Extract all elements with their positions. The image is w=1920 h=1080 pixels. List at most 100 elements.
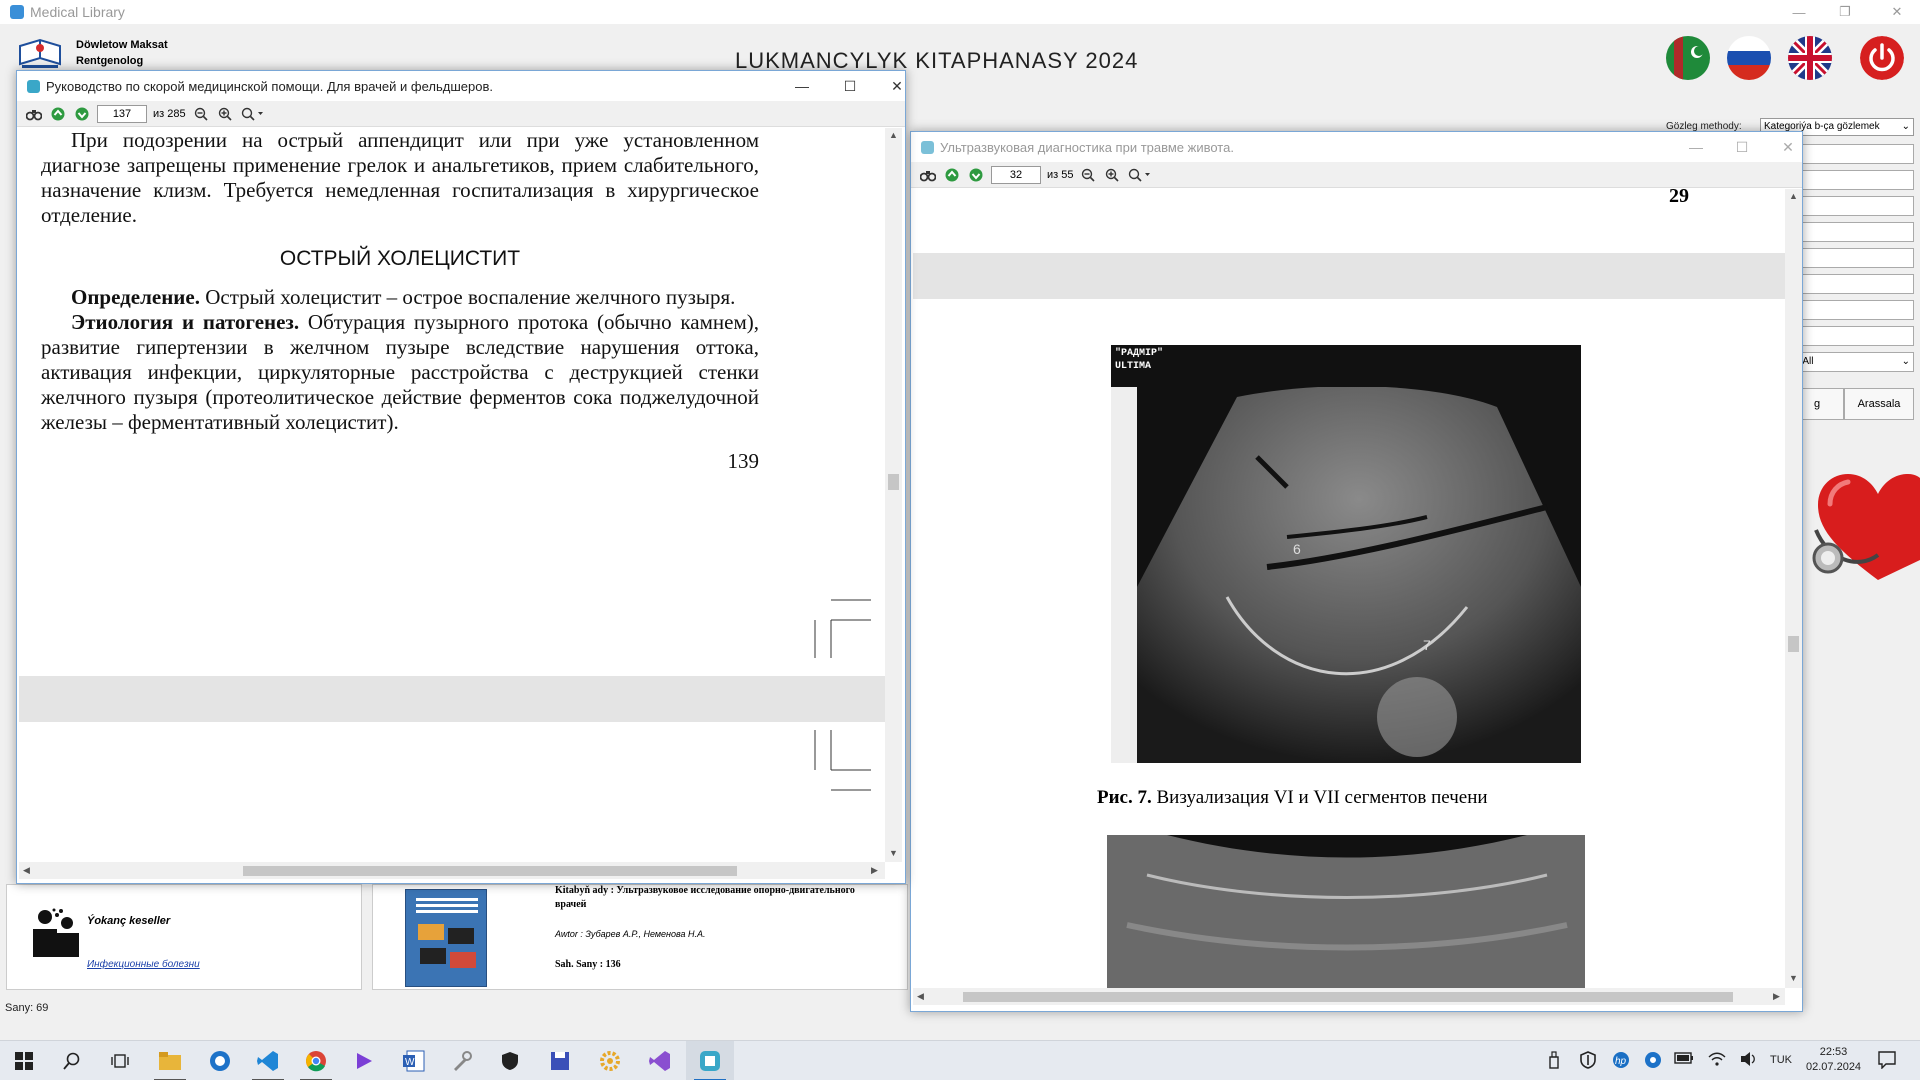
scroll-down-icon[interactable]: ▼ <box>1789 973 1798 983</box>
maximize-button[interactable]: ☐ <box>835 75 865 97</box>
doc-app-icon <box>921 140 934 154</box>
previous-page-icon[interactable] <box>943 166 961 184</box>
vertical-scrollbar[interactable]: ▲ ▼ <box>885 128 902 862</box>
page-number-input[interactable]: 137 <box>97 104 147 123</box>
page-gap <box>19 676 885 722</box>
russian-flag-icon[interactable] <box>1727 36 1771 80</box>
close-button[interactable]: ✕ <box>1874 0 1920 24</box>
chevron-down-icon: ⌄ <box>1901 356 1910 367</box>
edge-icon[interactable] <box>1644 1051 1662 1072</box>
search-field-2[interactable] <box>1790 170 1914 190</box>
english-flag-icon[interactable] <box>1788 36 1832 80</box>
zoom-menu-icon[interactable] <box>240 105 270 123</box>
scroll-left-icon[interactable]: ◀ <box>23 865 30 876</box>
file-explorer-icon[interactable] <box>146 1041 194 1080</box>
book-card[interactable]: Kitabyň ady : Ультразвуковое исследовани… <box>372 884 908 990</box>
zoom-out-icon[interactable] <box>1079 166 1097 184</box>
search-icon[interactable] <box>48 1041 96 1080</box>
zoom-menu-icon[interactable] <box>1127 166 1157 184</box>
maximize-button[interactable]: ❐ <box>1822 0 1868 24</box>
app-window-title: Medical Library <box>30 4 125 20</box>
etiology-label: Этиология и патогенез. <box>71 310 300 334</box>
search-field-6[interactable] <box>1790 274 1914 294</box>
language-select[interactable]: e/All ⌄ <box>1790 352 1914 372</box>
save-app-icon[interactable] <box>536 1041 584 1080</box>
category-subtitle-link[interactable]: Инфекционные болезни <box>87 959 200 970</box>
volume-icon[interactable] <box>1740 1051 1758 1070</box>
clock[interactable]: 22:53 02.07.2024 <box>1806 1045 1861 1075</box>
find-icon[interactable] <box>25 105 43 123</box>
scrollbar-thumb[interactable] <box>963 992 1733 1002</box>
zoom-in-icon[interactable] <box>216 105 234 123</box>
search-field-5[interactable] <box>1790 248 1914 268</box>
input-language[interactable]: TUK <box>1770 1054 1792 1066</box>
wifi-icon[interactable] <box>1708 1051 1726 1070</box>
app-icon <box>10 5 24 19</box>
next-page-icon[interactable] <box>967 166 985 184</box>
shield-icon[interactable] <box>1580 1051 1596 1072</box>
section-heading: ОСТРЫЙ ХОЛЕЦИСТИТ <box>279 247 521 270</box>
search-field-3[interactable] <box>1790 196 1914 216</box>
page-number-input[interactable]: 32 <box>991 165 1041 184</box>
close-button[interactable]: ✕ <box>1773 136 1803 158</box>
usb-icon[interactable] <box>1548 1051 1560 1072</box>
paragraph-definition: Определение. Острый холецистит – острое … <box>41 285 759 310</box>
chrome-icon[interactable] <box>292 1041 340 1080</box>
vertical-scrollbar[interactable]: ▲ ▼ <box>1785 189 1802 988</box>
find-icon[interactable] <box>919 166 937 184</box>
scroll-down-icon[interactable]: ▼ <box>889 848 898 858</box>
search-field-4[interactable] <box>1790 222 1914 242</box>
close-button[interactable]: ✕ <box>882 75 912 97</box>
clear-button[interactable]: Arassala <box>1844 388 1914 420</box>
maximize-button[interactable]: ☐ <box>1727 136 1757 158</box>
media-player-icon[interactable] <box>340 1041 388 1080</box>
minimize-button[interactable]: — <box>787 75 817 97</box>
figure-caption: Рис. 7. Визуализация VI и VII сегментов … <box>1097 787 1488 809</box>
ultrasound-label-top: "РАДМIР" <box>1115 348 1164 359</box>
minimize-button[interactable]: — <box>1681 136 1711 158</box>
power-icon[interactable] <box>1860 36 1904 80</box>
hp-icon[interactable]: hp <box>1612 1051 1630 1072</box>
search-field-7[interactable] <box>1790 300 1914 320</box>
start-button[interactable] <box>0 1041 48 1080</box>
search-field-1[interactable] <box>1790 144 1914 164</box>
category-card[interactable]: Ýokanç keseller Инфекционные болезни <box>6 884 362 990</box>
previous-page-icon[interactable] <box>49 105 67 123</box>
paragraph-etiology: Этиология и патогенез. Обтурация пузырно… <box>41 310 759 435</box>
scroll-left-icon[interactable]: ◀ <box>917 991 924 1002</box>
horizontal-scrollbar[interactable]: ◀ ▶ <box>19 862 885 879</box>
scroll-up-icon[interactable]: ▲ <box>889 130 898 140</box>
task-view-icon[interactable] <box>96 1041 144 1080</box>
zoom-out-icon[interactable] <box>192 105 210 123</box>
paragraph-appendicitis: При подозрении на острый аппендицит или … <box>41 128 759 227</box>
scroll-right-icon[interactable]: ▶ <box>871 865 878 876</box>
security-icon[interactable] <box>486 1041 534 1080</box>
scrollbar-thumb[interactable] <box>1788 636 1799 652</box>
vscode-icon[interactable] <box>244 1041 292 1080</box>
scrollbar-thumb[interactable] <box>888 474 899 490</box>
doc-toolbar: 32 из 55 <box>911 162 1802 188</box>
scrollbar-thumb[interactable] <box>243 866 737 876</box>
minimize-button[interactable]: — <box>1776 0 1822 24</box>
scroll-up-icon[interactable]: ▲ <box>1789 191 1798 201</box>
battery-icon[interactable] <box>1674 1051 1694 1068</box>
horizontal-scrollbar[interactable]: ◀ ▶ <box>913 988 1785 1005</box>
page-number: 29 <box>1669 189 1689 207</box>
scroll-right-icon[interactable]: ▶ <box>1773 991 1780 1002</box>
notification-icon[interactable] <box>1878 1051 1896 1072</box>
medical-library-taskbar-icon[interactable] <box>686 1041 734 1080</box>
search-field-8[interactable] <box>1790 326 1914 346</box>
taskbar: W hp TUK 22:53 02.07.2024 <box>0 1040 1920 1080</box>
zoom-in-icon[interactable] <box>1103 166 1121 184</box>
word-icon[interactable]: W <box>390 1041 438 1080</box>
tools-icon[interactable] <box>438 1041 486 1080</box>
gear-app-icon[interactable] <box>586 1041 634 1080</box>
doc-window-titlebar: Ультразвуковая диагностика при травме жи… <box>911 132 1802 162</box>
doc-window-title: Руководство по скорой медицинской помощи… <box>46 78 493 94</box>
next-page-icon[interactable] <box>73 105 91 123</box>
user-info: Döwletow Maksat Rentgenolog <box>76 37 168 69</box>
browser-icon[interactable] <box>196 1041 244 1080</box>
turkmen-flag-icon[interactable] <box>1666 36 1710 80</box>
ultrasound-label: "РАДМIР" ULTIMA <box>1115 347 1163 373</box>
visual-studio-icon[interactable] <box>636 1041 684 1080</box>
